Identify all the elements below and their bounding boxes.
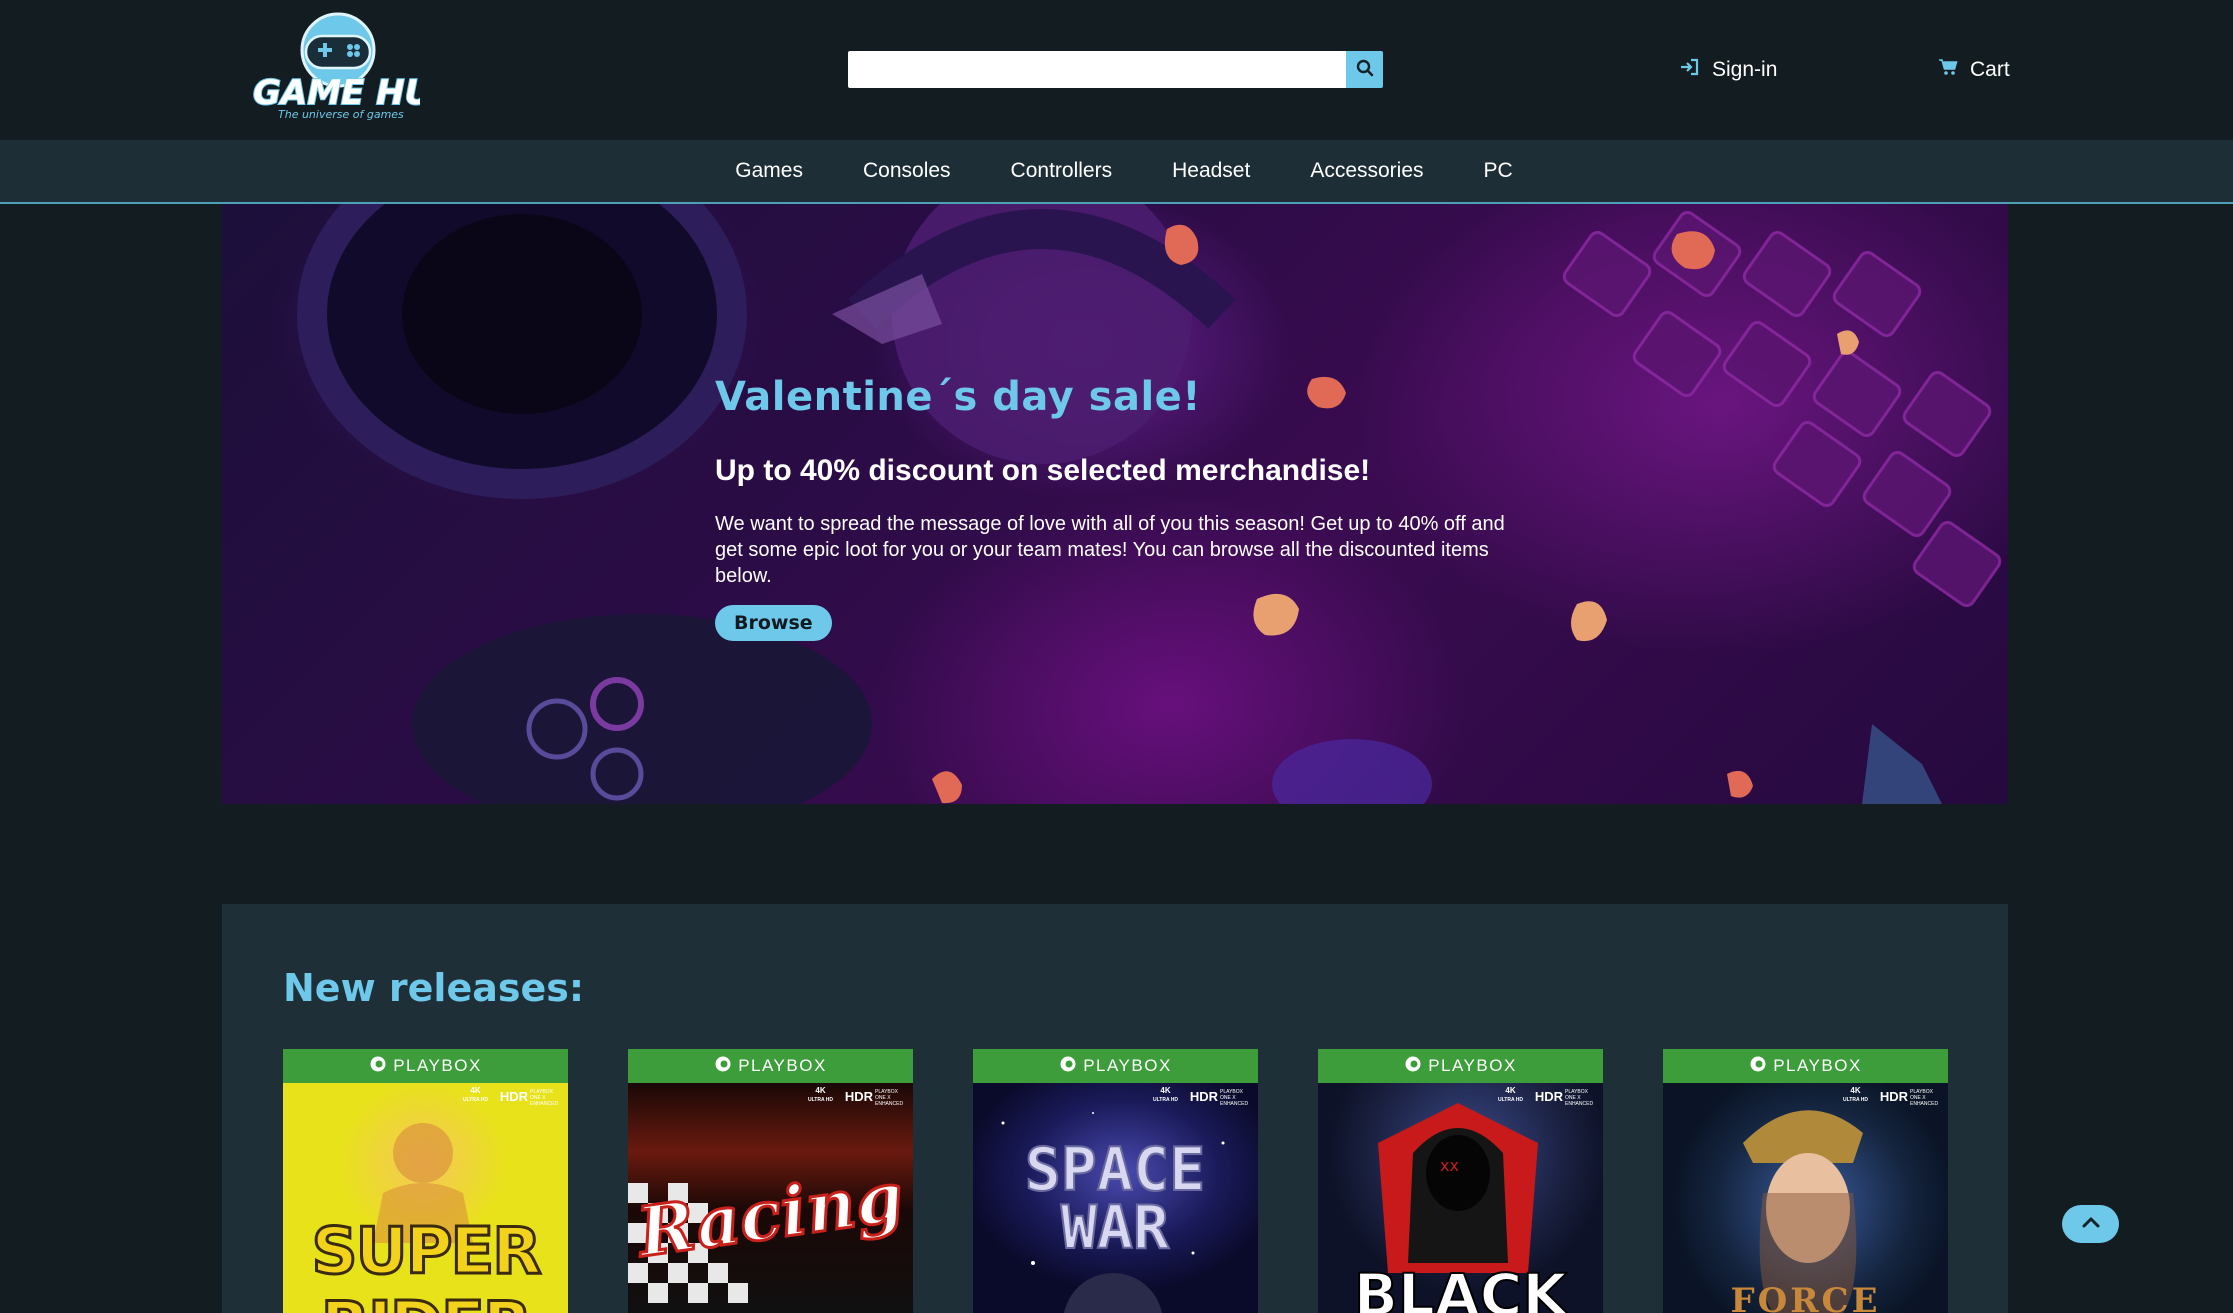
cart-label: Cart (1970, 58, 2010, 81)
nav-item-accessories[interactable]: Accessories (1280, 159, 1453, 183)
search-bar (848, 51, 1383, 88)
nav-item-headset[interactable]: Headset (1142, 159, 1280, 183)
playbox-logo-icon (1059, 1055, 1077, 1078)
platform-bar: PLAYBOX (973, 1049, 1258, 1083)
game-card-black[interactable]: PLAYBOX 4K ULTRA HD HDR PLAYBOX ONE X ENH… (1318, 1049, 1603, 1313)
search-icon (1356, 59, 1374, 80)
playbox-logo-icon (369, 1055, 387, 1078)
game-card-space-war[interactable]: PLAYBOX 4K ULTRA HD HDR PLAYBOX ONE X ENH… (973, 1049, 1258, 1313)
sign-in-icon (1680, 58, 1700, 82)
hero-description: We want to spread the message of love wi… (715, 513, 1505, 587)
chevron-up-icon (2082, 1215, 2100, 1233)
scroll-to-top-button[interactable] (2062, 1205, 2119, 1243)
nav-item-pc[interactable]: PC (1454, 159, 1543, 183)
game-cover-title: BLACK (1353, 1260, 1569, 1313)
game-cover-image: 4K ULTRA HD HDR PLAYBOX ONE X ENHANCED FO… (1663, 1083, 1948, 1313)
nav-item-consoles[interactable]: Consoles (833, 159, 981, 183)
cart-link[interactable]: Cart (1938, 56, 2010, 84)
search-button[interactable] (1346, 51, 1383, 88)
platform-bar: PLAYBOX (1663, 1049, 1948, 1083)
game-cover-image: 4K ULTRA HD HDR PLAYBOX ONE X ENHANCED Ra… (628, 1083, 913, 1313)
sign-in-label: Sign-in (1712, 58, 1778, 81)
playbox-logo-icon (714, 1055, 732, 1078)
hero-content: Valentine´s day sale! Up to 40% discount… (715, 374, 1535, 641)
game-cover-image: 4K ULTRA HD HDR PLAYBOX ONE X ENHANCED SP… (973, 1083, 1258, 1313)
cover-portrait (1743, 1110, 1863, 1313)
nav-item-controllers[interactable]: Controllers (981, 159, 1143, 183)
hero-banner: Valentine´s day sale! Up to 40% discount… (222, 204, 2008, 804)
platform-label: PLAYBOX (1773, 1056, 1862, 1075)
cart-icon (1938, 58, 1958, 82)
search-input[interactable] (848, 51, 1346, 88)
game-card-racing[interactable]: PLAYBOX 4K ULTRA HD HDR PLAYBOX ONE X ENH… (628, 1049, 913, 1313)
playbox-logo-icon (1749, 1055, 1767, 1078)
game-cover-image: 4K ULTRA HD HDR PLAYBOX ONE X ENHANCED SU… (283, 1083, 568, 1313)
platform-bar: PLAYBOX (1318, 1049, 1603, 1083)
browse-button[interactable]: Browse (715, 605, 832, 641)
platform-bar: PLAYBOX (283, 1049, 568, 1083)
game-cover-title: SUPER RIDER (310, 1214, 543, 1313)
logo-tagline: The universe of games (278, 108, 404, 121)
game-cover-title: FORCE (1730, 1281, 1881, 1313)
platform-label: PLAYBOX (1428, 1056, 1517, 1075)
platform-bar: PLAYBOX (628, 1049, 913, 1083)
game-card-force[interactable]: PLAYBOX 4K ULTRA HD HDR PLAYBOX ONE X ENH… (1663, 1049, 1948, 1313)
platform-label: PLAYBOX (738, 1056, 827, 1075)
new-releases-section: New releases: PLAYBOX 4K ULTRA HD HDR PLA… (222, 904, 2008, 1313)
playbox-logo-icon (1404, 1055, 1422, 1078)
game-hub-logo[interactable]: GAME HUB The universe of games (250, 12, 459, 122)
nav-item-games[interactable]: Games (705, 159, 833, 183)
platform-label: PLAYBOX (393, 1056, 482, 1075)
hero-subtitle: Up to 40% discount on selected merchandi… (715, 454, 1371, 487)
category-nav: Games Consoles Controllers Headset Acces… (0, 140, 2233, 204)
game-card-super-rider[interactable]: PLAYBOX 4K ULTRA HD HDR PLAYBOX ONE X ENH… (283, 1049, 568, 1313)
release-cards: PLAYBOX 4K ULTRA HD HDR PLAYBOX ONE X ENH… (283, 1049, 1948, 1313)
svg-text:GAME HUB: GAME HUB (253, 73, 420, 113)
svg-text:xx: xx (1440, 1156, 1459, 1175)
game-cover-title: SPACE WAR (1024, 1135, 1207, 1263)
game-cover-image: 4K ULTRA HD HDR PLAYBOX ONE X ENHANCED xx… (1318, 1083, 1603, 1313)
hero-title: Valentine´s day sale! (715, 374, 1202, 420)
new-releases-title: New releases: (283, 966, 585, 1010)
platform-label: PLAYBOX (1083, 1056, 1172, 1075)
sign-in-link[interactable]: Sign-in (1680, 56, 1777, 84)
top-header: GAME HUB The universe of games Sign-in (0, 0, 2233, 140)
